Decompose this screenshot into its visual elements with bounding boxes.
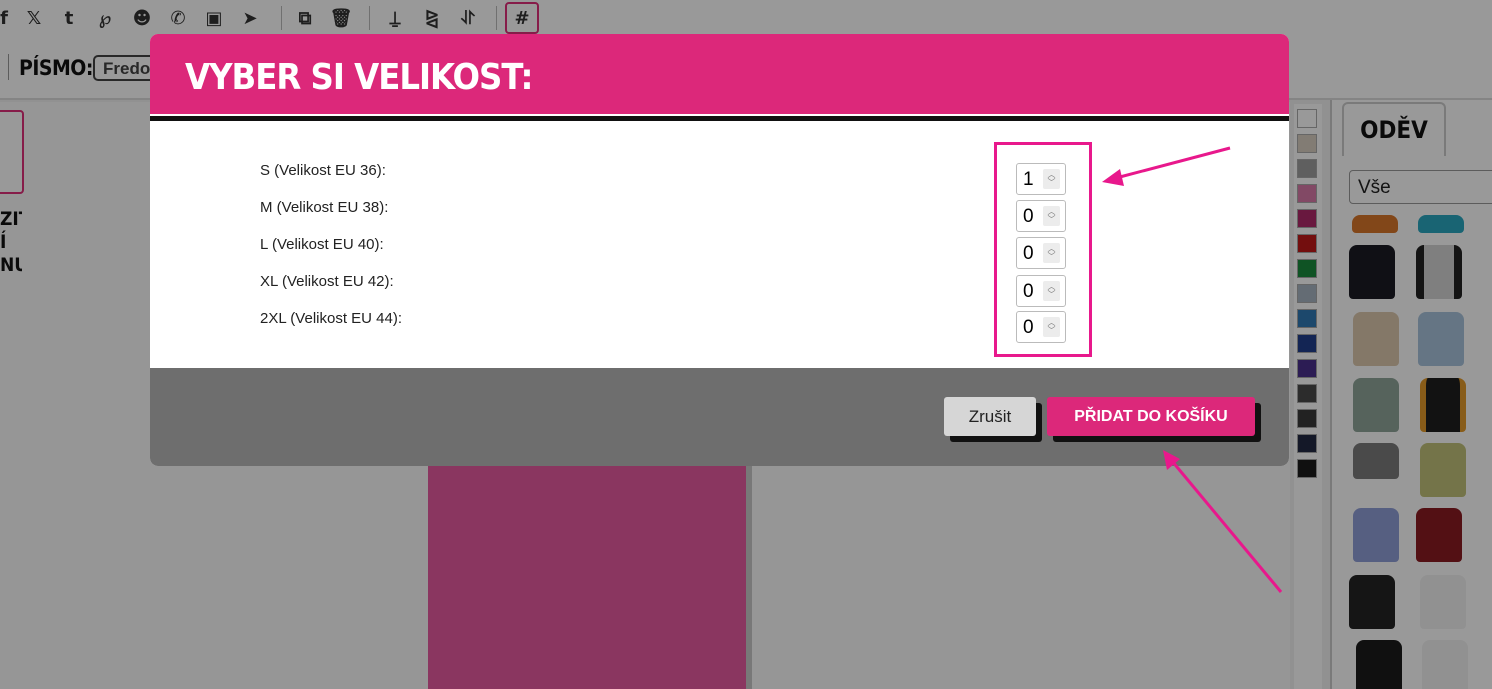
size-label-l: L (Velikost EU 40): [260, 236, 384, 253]
quantity-input-s[interactable]: 1 ︿ ﹀ [1016, 163, 1066, 195]
size-label-m: M (Velikost EU 38): [260, 199, 389, 216]
spinner-icon[interactable]: ︿ ﹀ [1043, 281, 1060, 301]
cancel-button[interactable]: Zrušit [944, 397, 1036, 436]
quantity-input-m[interactable]: 0 ︿ ﹀ [1016, 200, 1066, 232]
spinner-icon[interactable]: ︿ ﹀ [1043, 169, 1060, 189]
size-label-2xl: 2XL (Velikost EU 44): [260, 310, 403, 327]
size-dialog: VYBER SI VELIKOST: S (Velikost EU 36): M… [150, 34, 1289, 466]
quantity-input-l[interactable]: 0 ︿ ﹀ [1016, 237, 1066, 269]
add-to-cart-button[interactable]: PŘIDAT DO KOŠÍKU [1047, 397, 1255, 436]
size-label-s: S (Velikost EU 36): [260, 162, 386, 179]
quantity-value: 0 [1023, 243, 1034, 264]
dialog-header: VYBER SI VELIKOST: [150, 34, 1289, 114]
spinner-icon[interactable]: ︿ ﹀ [1043, 206, 1060, 226]
quantity-input-xl[interactable]: 0 ︿ ﹀ [1016, 275, 1066, 307]
quantity-value: 0 [1023, 317, 1034, 338]
quantity-value: 1 [1023, 169, 1034, 190]
spinner-icon[interactable]: ︿ ﹀ [1043, 317, 1060, 337]
spinner-icon[interactable]: ︿ ﹀ [1043, 243, 1060, 263]
dialog-title: VYBER SI VELIKOST: [185, 57, 533, 98]
size-label-xl: XL (Velikost EU 42): [260, 273, 394, 290]
quantity-value: 0 [1023, 281, 1034, 302]
quantity-value: 0 [1023, 206, 1034, 227]
quantity-input-2xl[interactable]: 0 ︿ ﹀ [1016, 311, 1066, 343]
